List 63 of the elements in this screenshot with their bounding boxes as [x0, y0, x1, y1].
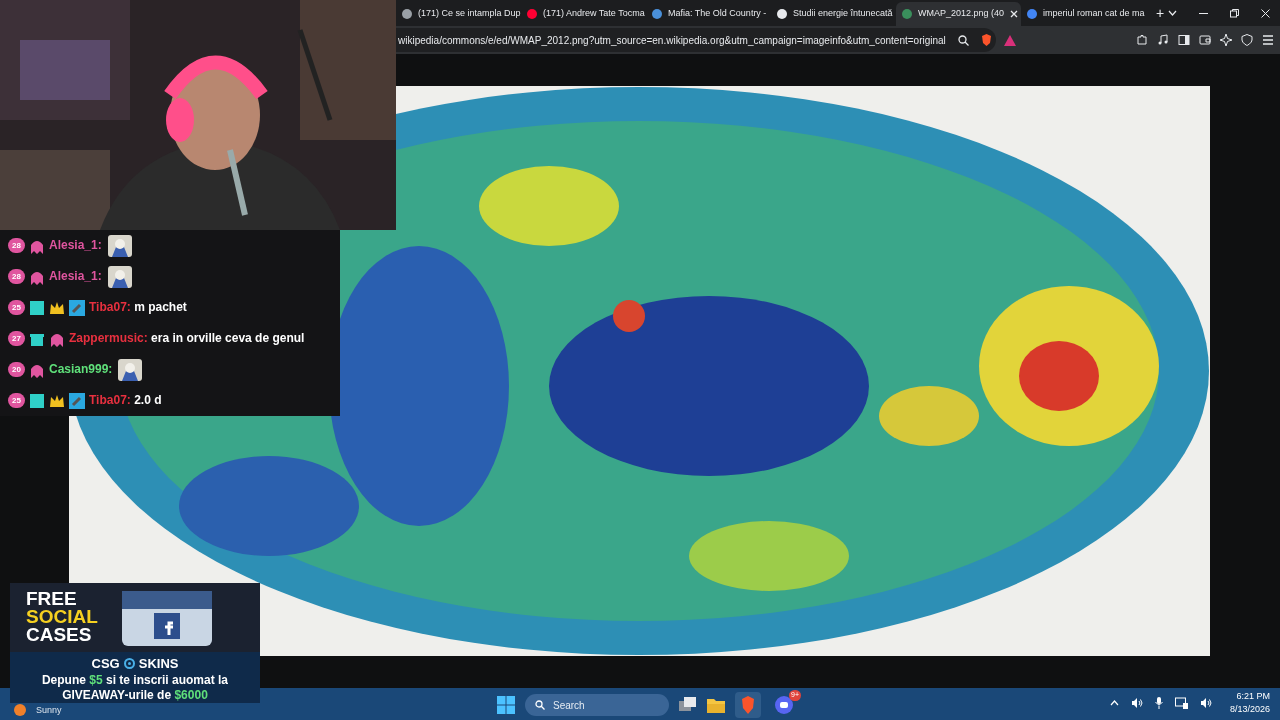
message-text: era in orville ceva de genul	[151, 331, 305, 345]
search-icon	[535, 700, 545, 710]
chevron-down-icon[interactable]	[1168, 10, 1178, 16]
chat-app-icon	[775, 696, 793, 714]
gem-icon	[29, 392, 45, 409]
message-text: m pachet	[134, 300, 187, 314]
search-field[interactable]: Search	[525, 694, 669, 716]
start-icon[interactable]	[497, 696, 515, 714]
folder-icon[interactable]	[707, 697, 725, 713]
level-badge: 25	[8, 393, 25, 409]
close-icon[interactable]	[1010, 10, 1019, 18]
puzzle-icon[interactable]	[1136, 34, 1149, 46]
zoom-icon[interactable]	[957, 34, 969, 46]
username: Alesia_1:	[49, 269, 102, 283]
promo-text: Depune $5 si te inscrii auomat la	[40, 673, 230, 688]
username: Alesia_1:	[49, 238, 102, 252]
tab[interactable]: Mafia: The Old Country -	[646, 2, 771, 26]
tab[interactable]: (171) Ce se intampla Dup	[396, 2, 521, 26]
restore-icon[interactable]	[1230, 8, 1240, 18]
shield-icon	[740, 696, 756, 714]
clock[interactable]: 6:21 PM 8/13/2026	[1229, 690, 1270, 716]
wallet-icon[interactable]	[1199, 34, 1212, 46]
hammer-icon	[69, 392, 85, 409]
speaker-icon[interactable]	[1130, 698, 1143, 708]
shield-icon[interactable]	[980, 34, 992, 46]
network-icon[interactable]	[1174, 697, 1188, 709]
target-icon	[123, 657, 135, 669]
brand-text: SKINS	[138, 654, 179, 673]
chevron-up-icon[interactable]	[1109, 700, 1119, 706]
headline-text: SOCIAL	[26, 608, 98, 627]
speaker-icon[interactable]	[1199, 698, 1212, 708]
tab[interactable]: Studii energie întunecată	[771, 2, 896, 26]
level-badge: 28	[8, 269, 25, 285]
triangle-icon[interactable]	[1003, 34, 1016, 46]
hammer-icon	[69, 299, 85, 316]
tab[interactable]: WMAP_2012.png (40	[896, 2, 1021, 26]
headline-text: FREE	[26, 590, 78, 609]
menu-icon[interactable]	[1262, 34, 1275, 46]
message-text: 2.0 d	[134, 393, 162, 407]
new-tab-button[interactable]: +	[1152, 2, 1169, 24]
username: Casian999:	[49, 362, 113, 376]
level-badge: 27	[8, 331, 25, 347]
level-badge: 25	[8, 300, 25, 316]
microphone-icon[interactable]	[1154, 697, 1163, 709]
headline-text: CASES	[26, 626, 93, 645]
tab[interactable]: imperiul roman cat de ma	[1021, 2, 1146, 26]
close-icon[interactable]	[1261, 8, 1271, 18]
username: Tiba07:	[89, 393, 131, 407]
username: Tiba07:	[89, 300, 131, 314]
username: Zappermusic:	[69, 331, 148, 345]
sidebar-icon[interactable]	[1178, 34, 1191, 46]
gem-icon	[29, 299, 45, 316]
tab[interactable]: (171) Andrew Tate Tocma	[521, 2, 646, 26]
music-icon[interactable]	[1157, 34, 1170, 46]
promo-text: GIVEAWAY-urile de $6000	[61, 688, 209, 703]
level-badge: 20	[8, 362, 25, 378]
sparkle-icon[interactable]	[1220, 34, 1233, 46]
brand-text: CSG	[91, 654, 120, 673]
shield-icon[interactable]	[1241, 34, 1254, 46]
level-badge: 28	[8, 238, 25, 254]
weather-text: Sunny	[36, 704, 62, 716]
sun-icon	[14, 704, 26, 716]
task-view-icon[interactable]	[679, 697, 697, 713]
